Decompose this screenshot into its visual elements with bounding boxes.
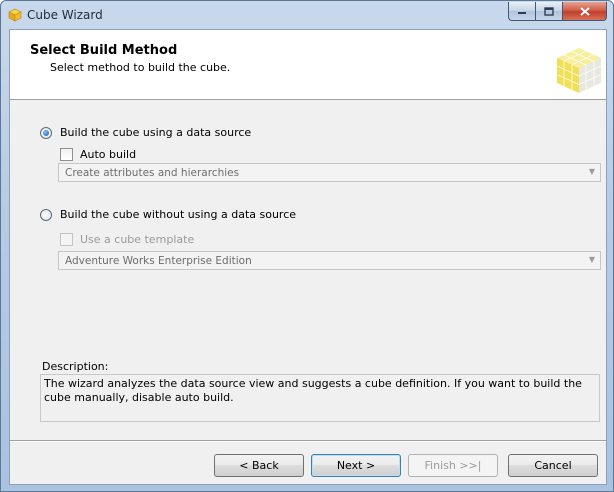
minimize-icon [518, 12, 526, 14]
cube-icon [8, 8, 22, 22]
cube-template-dropdown[interactable]: Adventure Works Enterprise Edition ▼ [58, 251, 601, 270]
build-without-data-source-radio[interactable] [40, 208, 52, 221]
build-with-data-source-label: Build the cube using a data source [60, 126, 252, 139]
cube-logo-icon [556, 48, 602, 93]
auto-build-dropdown[interactable]: Create attributes and hierarchies ▼ [58, 163, 601, 182]
description-text: The wizard analyzes the data source view… [44, 377, 582, 404]
chevron-down-icon: ▼ [588, 255, 595, 264]
close-button[interactable] [562, 2, 607, 21]
maximize-icon [544, 6, 554, 16]
title-bar[interactable]: Cube Wizard [1, 1, 613, 29]
use-cube-template-label: Use a cube template [80, 233, 195, 246]
wizard-header: Select Build Method Select method to bui… [10, 30, 606, 100]
auto-build-option[interactable]: Auto build [60, 148, 136, 161]
use-cube-template-checkbox[interactable] [60, 233, 73, 246]
build-without-data-source-option[interactable]: Build the cube without using a data sour… [40, 208, 296, 221]
build-with-data-source-option[interactable]: Build the cube using a data source [40, 126, 251, 139]
footer-divider [10, 440, 606, 442]
wizard-client-area: Select Build Method Select method to bui… [9, 29, 607, 485]
caption-buttons [508, 2, 607, 22]
back-button[interactable]: < Back [214, 454, 304, 477]
chevron-down-icon: ▼ [588, 167, 595, 176]
finish-button[interactable]: Finish >>| [408, 454, 498, 477]
description-label: Description: [42, 360, 109, 373]
description-box: The wizard analyzes the data source view… [40, 374, 600, 422]
cube-template-dropdown-value: Adventure Works Enterprise Edition [65, 254, 252, 267]
window-title: Cube Wizard [27, 8, 103, 22]
close-icon [579, 6, 590, 16]
auto-build-dropdown-value: Create attributes and hierarchies [65, 166, 240, 179]
auto-build-label: Auto build [80, 148, 137, 161]
next-button[interactable]: Next > [311, 454, 401, 477]
page-subtitle: Select method to build the cube. [50, 61, 231, 74]
cube-wizard-window: Cube Wizard Select Build Method Select m… [0, 0, 614, 492]
use-cube-template-option: Use a cube template [60, 233, 194, 246]
build-without-data-source-label: Build the cube without using a data sour… [60, 208, 297, 221]
minimize-button[interactable] [508, 2, 535, 21]
page-title: Select Build Method [30, 43, 178, 58]
auto-build-checkbox[interactable] [60, 148, 73, 161]
build-with-data-source-radio[interactable] [40, 126, 52, 139]
maximize-button[interactable] [535, 2, 562, 21]
cancel-button[interactable]: Cancel [508, 454, 598, 477]
